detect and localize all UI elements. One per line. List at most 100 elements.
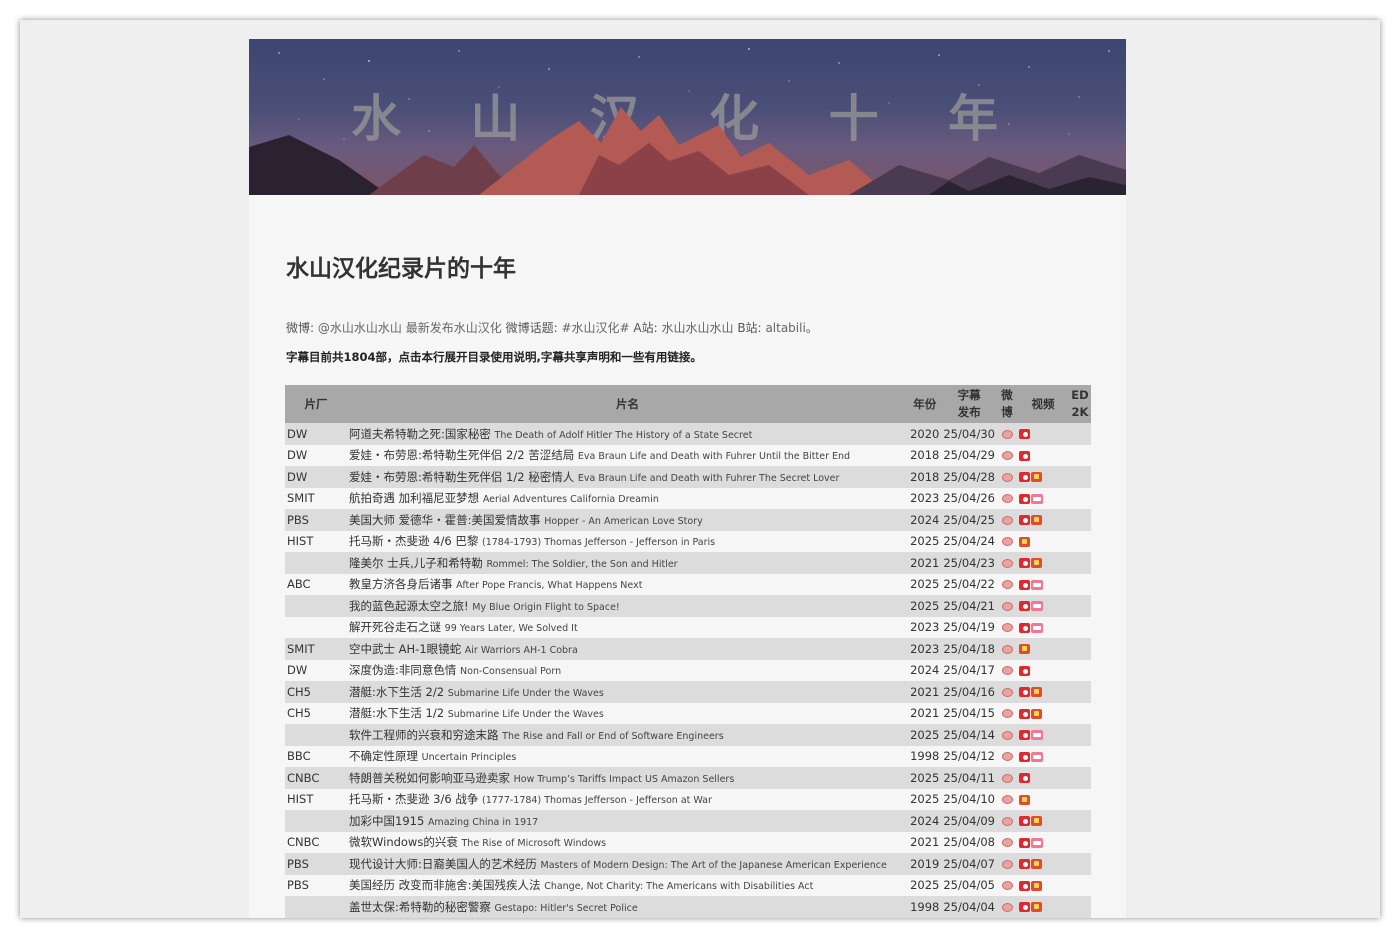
acfun-video-icon[interactable] (1031, 687, 1042, 698)
weibo-post-icon[interactable] (1001, 537, 1013, 547)
weibo-video-icon[interactable] (1019, 751, 1030, 762)
weibo-post-cell[interactable] (997, 724, 1017, 746)
title-en[interactable]: Eva Braun Life and Death with Fuhrer The… (578, 473, 840, 484)
title-zh[interactable]: 潜艇:水下生活 2/2 (349, 685, 444, 699)
weibo-post-cell[interactable] (997, 831, 1017, 853)
weibo-post-icon[interactable] (1001, 644, 1013, 654)
title-zh[interactable]: 托马斯・杰斐逊 4/6 巴黎 (349, 534, 478, 548)
title-zh[interactable]: 爱娃・布劳恩:希特勒生死伴侣 1/2 秘密情人 (349, 470, 574, 484)
weibo-post-icon[interactable] (1001, 472, 1013, 482)
weibo-post-icon[interactable] (1001, 795, 1013, 805)
title-en[interactable]: Non-Consensual Porn (460, 666, 561, 677)
bili-video-icon[interactable] (1031, 601, 1043, 612)
weibo-post-cell[interactable] (997, 423, 1017, 445)
weibo-post-icon[interactable] (1001, 902, 1013, 912)
weibo-video-icon[interactable] (1019, 902, 1030, 913)
title-cell[interactable]: 不确定性原理 Uncertain Principles (347, 745, 909, 767)
weibo-video-icon[interactable] (1019, 450, 1030, 461)
expand-instructions-toggle[interactable]: 字幕目前共1804部，点击本行展开目录使用说明,字幕共享声明和一些有用链接。 (286, 349, 702, 365)
title-zh[interactable]: 教皇方济各身后诸事 (349, 577, 453, 591)
title-zh[interactable]: 潜艇:水下生活 1/2 (349, 706, 444, 720)
title-zh[interactable]: 爱娃・布劳恩:希特勒生死伴侣 2/2 苦涩结局 (349, 448, 574, 462)
title-en[interactable]: Eva Braun Life and Death with Fuhrer Unt… (578, 451, 850, 462)
acfun-video-icon[interactable] (1031, 708, 1042, 719)
title-zh[interactable]: 空中武士 AH-1眼镜蛇 (349, 642, 461, 656)
weibo-post-icon[interactable] (1001, 838, 1013, 848)
weibo-post-cell[interactable] (997, 552, 1017, 574)
title-en[interactable]: Rommel: The Soldier, the Son and Hitler (486, 559, 677, 570)
title-zh[interactable]: 特朗普关税如何影响亚马逊卖家 (349, 771, 510, 785)
title-zh[interactable]: 深度伪造:非同意色情 (349, 663, 456, 677)
weibo-post-icon[interactable] (1001, 773, 1013, 783)
title-zh[interactable]: 解开死谷走石之谜 (349, 620, 441, 634)
title-cell[interactable]: 爱娃・布劳恩:希特勒生死伴侣 1/2 秘密情人 Eva Braun Life a… (347, 466, 909, 488)
weibo-post-cell[interactable] (997, 509, 1017, 531)
weibo-video-icon[interactable] (1019, 472, 1030, 483)
weibo-video-icon[interactable] (1019, 429, 1030, 440)
title-zh[interactable]: 美国大师 爱德华・霍普:美国爱情故事 (349, 513, 541, 527)
weibo-post-cell[interactable] (997, 681, 1017, 703)
weibo-video-icon[interactable] (1019, 859, 1030, 870)
title-en[interactable]: My Blue Origin Flight to Space! (472, 602, 619, 613)
weibo-account-link[interactable]: @水山水山水山 (318, 321, 402, 335)
bili-video-icon[interactable] (1031, 751, 1043, 762)
weibo-video-icon[interactable] (1019, 773, 1030, 784)
title-en[interactable]: How Trump’s Tariffs Impact US Amazon Sel… (514, 774, 735, 785)
weibo-post-cell[interactable] (997, 487, 1017, 509)
acfun-video-icon[interactable] (1031, 515, 1042, 526)
title-zh[interactable]: 微软Windows的兴衰 (349, 835, 458, 849)
weibo-post-icon[interactable] (1001, 451, 1013, 461)
title-cell[interactable]: 加彩中国1915 Amazing China in 1917 (347, 810, 909, 832)
title-cell[interactable]: 空中武士 AH-1眼镜蛇 Air Warriors AH-1 Cobra (347, 638, 909, 660)
title-zh[interactable]: 航拍奇遇 加利福尼亚梦想 (349, 491, 479, 505)
title-en[interactable]: 99 Years Later, We Solved It (445, 623, 578, 634)
title-zh[interactable]: 美国经历 改变而非施舍:美国残疾人法 (349, 878, 541, 892)
weibo-post-icon[interactable] (1001, 881, 1013, 891)
weibo-post-icon[interactable] (1001, 666, 1013, 676)
title-en[interactable]: Submarine Life Under the Waves (448, 709, 604, 720)
acfun-video-icon[interactable] (1031, 558, 1042, 569)
title-zh[interactable]: 盖世太保:希特勒的秘密警察 (349, 900, 491, 914)
weibo-post-icon[interactable] (1001, 558, 1013, 568)
title-zh[interactable]: 阿道夫希特勒之死:国家秘密 (349, 427, 491, 441)
title-cell[interactable]: 托马斯・杰斐逊 3/6 战争 (1777-1784) Thomas Jeffer… (347, 788, 909, 810)
title-en[interactable]: Submarine Life Under the Waves (448, 688, 604, 699)
title-cell[interactable]: 现代设计大师:日裔美国人的艺术经历 Masters of Modern Desi… (347, 853, 909, 875)
title-cell[interactable]: 微软Windows的兴衰 The Rise of Microsoft Windo… (347, 831, 909, 853)
weibo-video-icon[interactable] (1019, 579, 1030, 590)
weibo-video-icon[interactable] (1019, 708, 1030, 719)
title-en[interactable]: Change, Not Charity: The Americans with … (544, 881, 813, 892)
title-en[interactable]: Masters of Modern Design: The Art of the… (541, 860, 887, 871)
weibo-post-icon[interactable] (1001, 494, 1013, 504)
weibo-video-icon[interactable] (1019, 816, 1030, 827)
title-en[interactable]: Amazing China in 1917 (428, 817, 538, 828)
title-en[interactable]: Air Warriors AH-1 Cobra (465, 645, 578, 656)
weibo-post-icon[interactable] (1001, 859, 1013, 869)
weibo-video-icon[interactable] (1019, 601, 1030, 612)
weibo-post-cell[interactable] (997, 767, 1017, 789)
weibo-post-icon[interactable] (1001, 816, 1013, 826)
title-zh[interactable]: 托马斯・杰斐逊 3/6 战争 (349, 792, 478, 806)
weibo-video-icon[interactable] (1019, 730, 1030, 741)
weibo-post-cell[interactable] (997, 745, 1017, 767)
weibo-post-cell[interactable] (997, 788, 1017, 810)
weibo-post-cell[interactable] (997, 810, 1017, 832)
weibo-post-cell[interactable] (997, 444, 1017, 466)
title-en[interactable]: Uncertain Principles (422, 752, 517, 763)
acfun-video-icon[interactable] (1031, 880, 1042, 891)
weibo-post-cell[interactable] (997, 874, 1017, 896)
weibo-latest-link[interactable]: 最新发布水山汉化 (406, 321, 502, 335)
title-en[interactable]: Hopper - An American Love Story (544, 516, 703, 527)
title-cell[interactable]: 美国大师 爱德华・霍普:美国爱情故事 Hopper - An American … (347, 509, 909, 531)
weibo-post-icon[interactable] (1001, 687, 1013, 697)
acfun-video-icon[interactable] (1019, 644, 1030, 655)
weibo-post-cell[interactable] (997, 466, 1017, 488)
acfun-video-icon[interactable] (1019, 794, 1030, 805)
title-cell[interactable]: 特朗普关税如何影响亚马逊卖家 How Trump’s Tariffs Impac… (347, 767, 909, 789)
bili-video-icon[interactable] (1031, 579, 1043, 590)
title-cell[interactable]: 我的蓝色起源太空之旅! My Blue Origin Flight to Spa… (347, 595, 909, 617)
title-zh[interactable]: 软件工程师的兴衰和穷途末路 (349, 728, 499, 742)
acfun-video-icon[interactable] (1031, 472, 1042, 483)
acfun-video-icon[interactable] (1031, 859, 1042, 870)
title-cell[interactable]: 潜艇:水下生活 2/2 Submarine Life Under the Wav… (347, 681, 909, 703)
